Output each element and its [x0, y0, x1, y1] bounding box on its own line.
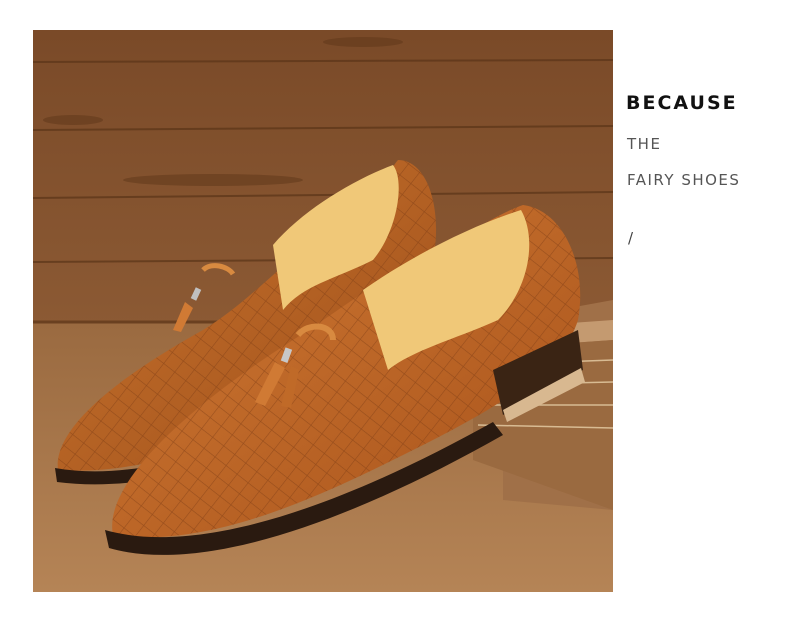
caption-title: BECAUSE [626, 92, 738, 114]
caption-divider: / [628, 229, 634, 247]
shoes-illustration [33, 30, 613, 592]
caption-block: BECAUSE THE FAIRY SHOES / [626, 90, 786, 247]
caption-line-1: THE [627, 135, 662, 153]
product-photo [33, 30, 613, 592]
caption-line-2: FAIRY SHOES [627, 171, 741, 189]
